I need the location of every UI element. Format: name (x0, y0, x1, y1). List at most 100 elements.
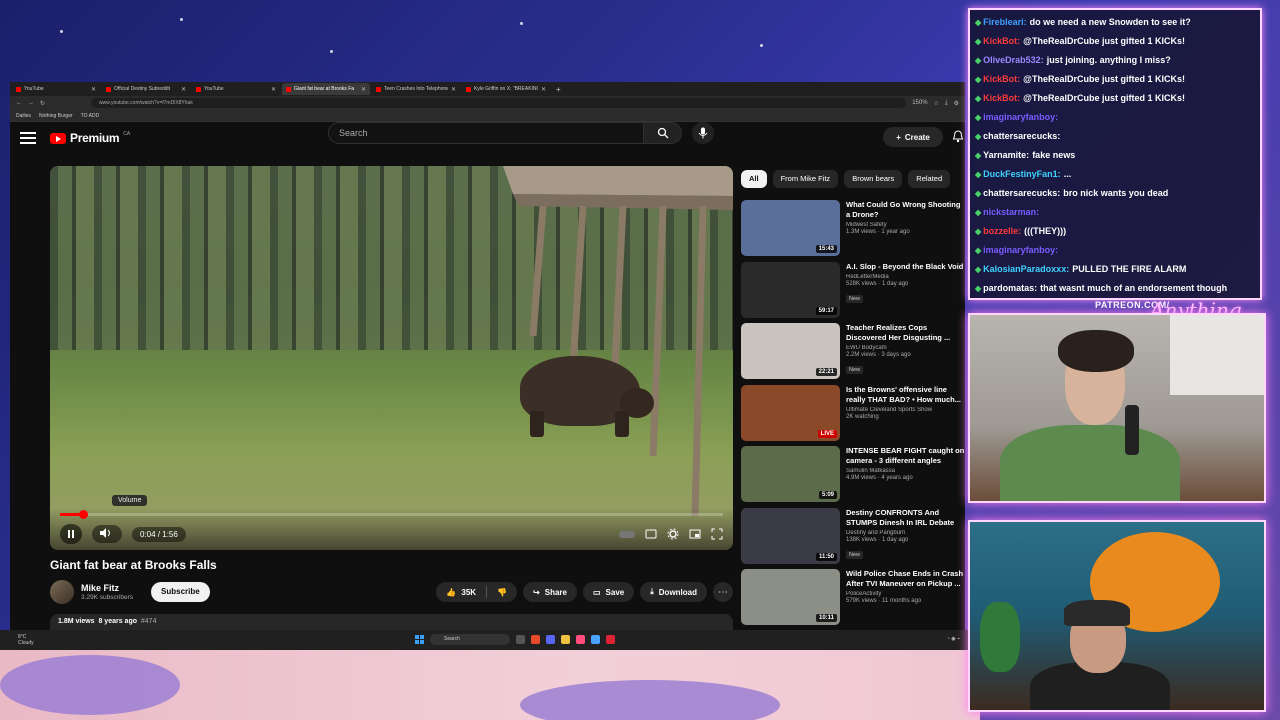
bookmark-dailies[interactable]: Dailies (16, 113, 31, 119)
hamburger-menu-icon[interactable] (20, 132, 36, 144)
share-button[interactable]: ↪ Share (523, 582, 577, 602)
video-thumbnail[interactable]: 22:21 (741, 323, 840, 379)
video-title[interactable]: Destiny CONFRONTS And STUMPS Dinesh In I… (846, 508, 965, 528)
more-actions-button[interactable]: ⋯ (713, 582, 733, 602)
video-channel[interactable]: Samulin Matkassa (846, 468, 965, 474)
reload-icon[interactable]: ↻ (40, 100, 45, 107)
browser-tab[interactable]: Official Destiny Subreddit ✕ (102, 83, 190, 95)
youtube-logo[interactable]: Premium CA (50, 131, 130, 145)
video-channel[interactable]: PoliceActivity (846, 591, 965, 597)
bookmark-to-add[interactable]: TO ADD (81, 113, 100, 119)
autoplay-toggle-icon[interactable] (619, 530, 635, 538)
search-input[interactable]: Search (328, 122, 644, 144)
chat-username[interactable]: OliveDrab532: (983, 55, 1044, 65)
video-thumbnail[interactable]: 10:11 (741, 569, 840, 625)
settings-gear-icon[interactable] (667, 528, 679, 540)
video-channel[interactable]: Ultimate Cleveland Sports Show (846, 407, 965, 413)
chat-username[interactable]: pardomatas: (983, 283, 1037, 293)
channel-avatar[interactable] (50, 580, 74, 604)
app-icon[interactable] (591, 635, 600, 644)
recommended-video[interactable]: 59:17 A.I. Slop - Beyond the Black Void Re… (741, 261, 965, 320)
chat-username[interactable]: chattersarecucks: (983, 131, 1060, 141)
recommended-video[interactable]: 5:09 INTENSE BEAR FIGHT caught on camera … (741, 446, 965, 504)
video-title[interactable]: INTENSE BEAR FIGHT caught on camera - 3 … (846, 446, 965, 466)
browser-tab[interactable]: YouTube ✕ (192, 83, 280, 95)
recommended-video[interactable]: 11:50 Destiny CONFRONTS And STUMPS Dinesh… (741, 507, 965, 566)
chat-username[interactable]: chattersarecucks: (983, 188, 1060, 198)
recording-app-icon[interactable] (606, 635, 615, 644)
chat-username[interactable]: DuckFestinyFan1: (983, 169, 1061, 179)
save-button[interactable]: ▭ Save (582, 582, 635, 602)
chat-username[interactable]: imaginaryfanboy: (983, 245, 1058, 255)
download-button[interactable]: ⤓ Download (640, 582, 707, 602)
bookmark-nothing-burger[interactable]: Nothing Burger (39, 113, 73, 119)
downloads-icon[interactable]: ⤓ (945, 100, 948, 107)
file-explorer-icon[interactable] (561, 635, 570, 644)
new-tab-icon[interactable]: + (552, 85, 565, 94)
discord-app-icon[interactable] (546, 635, 555, 644)
extensions-icon[interactable]: ⚙ (954, 100, 959, 107)
video-title[interactable]: Teacher Realizes Cops Discovered Her Dis… (846, 323, 965, 343)
video-channel[interactable]: RedLetterMedia (846, 274, 965, 280)
chat-username[interactable]: Firebleari: (983, 17, 1027, 27)
close-tab-icon[interactable]: ✕ (91, 86, 96, 93)
chat-username[interactable]: KickBot: (983, 74, 1020, 84)
browser-app-icon[interactable] (531, 635, 540, 644)
video-thumbnail[interactable]: LIVE (741, 384, 840, 441)
close-tab-icon[interactable]: ✕ (451, 86, 456, 93)
close-tab-icon[interactable]: ✕ (361, 86, 366, 93)
video-thumbnail[interactable]: 11:50 (741, 507, 840, 564)
recommended-video[interactable]: LIVE Is the Browns' offensive line really… (741, 384, 965, 443)
windows-start-icon[interactable] (415, 635, 424, 644)
hashtag[interactable]: #474 (141, 618, 157, 625)
video-thumbnail[interactable]: 5:09 (741, 446, 840, 502)
taskbar-search[interactable]: Search (430, 634, 510, 645)
recommended-video[interactable]: 22:21 Teacher Realizes Cops Discovered He… (741, 323, 965, 381)
video-channel[interactable]: EWU Bodycam (846, 345, 965, 351)
recommended-video[interactable]: 15:43 What Could Go Wrong Shooting a Dron… (741, 200, 965, 258)
browser-tab[interactable]: Kyle Griffin on X: "BREAKING or✕ (462, 83, 550, 95)
task-view-icon[interactable] (516, 635, 525, 644)
bookmark-star-icon[interactable]: ☆ (934, 100, 939, 107)
video-title[interactable]: What Could Go Wrong Shooting a Drone? (846, 200, 965, 220)
chat-username[interactable]: KickBot: (983, 93, 1020, 103)
close-tab-icon[interactable]: ✕ (541, 86, 546, 93)
filter-chip[interactable]: From Mike Fitz (772, 170, 839, 188)
subscribe-button[interactable]: Subscribe (151, 582, 210, 602)
url-field[interactable]: www.youtube.com/watch?v=f7mDlX8Yhak (91, 98, 907, 108)
pause-button[interactable] (60, 524, 82, 544)
progress-bar[interactable] (60, 510, 723, 519)
chat-username[interactable]: bozzelle: (983, 226, 1021, 236)
search-button[interactable] (644, 122, 682, 144)
zoom-indicator[interactable]: 150% (912, 100, 927, 106)
volume-button[interactable] (92, 525, 122, 543)
system-tray[interactable]: ◔ ◉ ⌁ (947, 636, 960, 642)
filter-chip[interactable]: Related (908, 170, 951, 188)
create-button[interactable]: + Create (883, 127, 943, 147)
weather-widget[interactable]: 8°C Cloudy (18, 634, 34, 646)
video-player[interactable]: Volume 0:04 / 1:56 (50, 166, 733, 550)
app-icon[interactable] (576, 635, 585, 644)
chat-username[interactable]: KickBot: (983, 36, 1020, 46)
fullscreen-icon[interactable] (711, 528, 723, 540)
chat-username[interactable]: KalosianParadoxxx: (983, 264, 1069, 274)
back-icon[interactable]: ← (16, 100, 22, 106)
recommended-video[interactable]: 10:11 Wild Police Chase Ends in Crash Aft… (741, 569, 965, 627)
miniplayer-icon[interactable] (689, 528, 701, 540)
video-title[interactable]: Is the Browns' offensive line really THA… (846, 385, 965, 405)
notifications-bell-icon[interactable] (952, 130, 964, 148)
browser-tab[interactable]: Giant fat bear at Brooks Fa ✕ (282, 83, 370, 95)
video-channel[interactable]: Midwest Safety (846, 222, 965, 228)
video-thumbnail[interactable]: 15:43 (741, 200, 840, 256)
dislike-button[interactable]: 👎 (487, 588, 517, 597)
chat-username[interactable]: nickstarman: (983, 207, 1039, 217)
filter-chip[interactable]: Brown bears (844, 170, 903, 188)
subtitles-icon[interactable] (645, 528, 657, 540)
channel-name[interactable]: Mike Fitz (81, 583, 133, 593)
browser-tab[interactable]: Teen Crashes Into Telephone P ✕ (372, 83, 460, 95)
forward-icon[interactable]: → (28, 100, 34, 106)
like-button[interactable]: 👍 35K (436, 588, 486, 597)
video-thumbnail[interactable]: 59:17 (741, 261, 840, 318)
filter-chip[interactable]: All (741, 170, 767, 188)
video-channel[interactable]: Destiny and Pangburn (846, 530, 965, 536)
